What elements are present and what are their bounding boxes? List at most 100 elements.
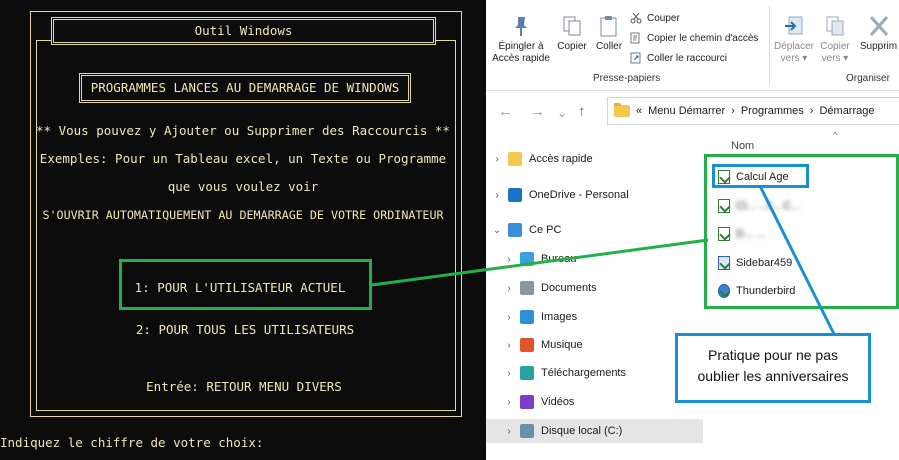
console-enter-option[interactable]: Entrée: RETOUR MENU DIVERS bbox=[1, 379, 487, 394]
cloud-icon bbox=[508, 188, 522, 202]
computer-icon bbox=[508, 223, 522, 237]
paste-button[interactable]: Coller bbox=[591, 14, 627, 53]
sort-caret-icon: ^ bbox=[833, 130, 838, 140]
nav-item[interactable]: › OneDrive - Personal bbox=[486, 183, 703, 207]
copy-to-icon bbox=[826, 16, 844, 36]
expand-chevron-icon[interactable]: › bbox=[486, 190, 508, 201]
organize-group-label: Organiser bbox=[846, 73, 890, 84]
nav-item-label: Téléchargements bbox=[541, 367, 626, 379]
copy-label: Copier bbox=[557, 41, 587, 52]
console-heading: PROGRAMMES LANCES AU DEMARRAGE DE WINDOW… bbox=[79, 73, 411, 103]
nav-item-label: Ce PC bbox=[529, 224, 562, 236]
cut-label: Couper bbox=[647, 12, 680, 24]
scissors-icon bbox=[630, 12, 642, 24]
expand-chevron-icon[interactable]: › bbox=[498, 283, 520, 294]
expand-chevron-icon[interactable]: ⌄ bbox=[486, 225, 508, 236]
recent-dropdown-icon[interactable]: ⌄ bbox=[557, 106, 567, 120]
paste-shortcut-icon bbox=[630, 52, 641, 64]
move-to-button[interactable]: Déplacer vers ▾ bbox=[772, 14, 816, 65]
address-separator-1: › bbox=[731, 105, 735, 117]
forward-arrow-icon[interactable]: → bbox=[530, 103, 545, 120]
delete-button[interactable]: Supprim bbox=[858, 14, 899, 53]
nav-item-label: Documents bbox=[541, 282, 597, 294]
console-window: Outil Windows PROGRAMMES LANCES AU DEMAR… bbox=[0, 0, 486, 460]
address-segment-2[interactable]: Programmes bbox=[741, 105, 804, 117]
delete-label: Supprim bbox=[859, 41, 898, 52]
expand-chevron-icon[interactable]: › bbox=[498, 312, 520, 323]
calcul-age-highlight-box bbox=[712, 164, 809, 188]
videos-icon bbox=[520, 395, 534, 409]
console-option-2[interactable]: 2: POUR TOUS LES UTILISATEURS bbox=[2, 322, 488, 337]
pin-label: Épingler à Accès rapide bbox=[492, 41, 550, 64]
nav-item[interactable]: › Disque local (C:) bbox=[486, 419, 703, 443]
folder-icon bbox=[614, 103, 630, 117]
nav-item-label: Bureau bbox=[541, 253, 577, 265]
pin-icon bbox=[515, 17, 527, 36]
ribbon-separator bbox=[769, 6, 770, 86]
paste-shortcut-label: Coller le raccourci bbox=[647, 52, 728, 64]
console-line-2: Exemples: Pour un Tableau excel, un Text… bbox=[39, 151, 447, 166]
pin-quick-access-button[interactable]: Épingler à Accès rapide bbox=[490, 14, 552, 65]
expand-chevron-icon[interactable]: › bbox=[498, 426, 520, 437]
column-header-name[interactable]: Nom bbox=[731, 140, 754, 152]
console-line-1: ** Vous pouvez y Ajouter ou Supprimer de… bbox=[36, 123, 450, 138]
copy-to-label: Copier vers ▾ bbox=[820, 41, 850, 64]
nav-item-label: Accès rapide bbox=[529, 153, 593, 165]
move-to-label: Déplacer vers ▾ bbox=[773, 41, 815, 64]
download-icon bbox=[520, 366, 534, 380]
paste-label: Coller bbox=[595, 41, 623, 52]
expand-chevron-icon[interactable]: › bbox=[486, 154, 508, 165]
console-line-4: S'OUVRIR AUTOMATIQUEMENT AU DEMARRAGE DE… bbox=[42, 208, 444, 222]
nav-item[interactable]: ⌄ Ce PC bbox=[486, 218, 703, 242]
address-prefix: « bbox=[636, 105, 643, 117]
nav-item[interactable]: › Téléchargements bbox=[486, 361, 703, 385]
nav-item[interactable]: › Accès rapide bbox=[486, 147, 703, 171]
address-separator-2: › bbox=[809, 105, 814, 117]
nav-item[interactable]: › Documents bbox=[486, 276, 703, 300]
delete-x-icon bbox=[869, 16, 888, 36]
paste-icon bbox=[600, 16, 617, 37]
option-1-highlight-box bbox=[119, 259, 372, 310]
copy-icon bbox=[563, 16, 581, 36]
star-icon bbox=[508, 152, 522, 166]
nav-item-label: OneDrive - Personal bbox=[529, 189, 629, 201]
desktop-icon bbox=[520, 252, 534, 266]
nav-item-label: Disque local (C:) bbox=[541, 425, 623, 437]
copy-path-icon bbox=[630, 32, 640, 44]
address-segment-3[interactable]: Démarrage bbox=[819, 105, 874, 117]
address-bar[interactable]: « Menu Démarrer › Programmes › Démarrage bbox=[607, 97, 899, 125]
expand-chevron-icon[interactable]: › bbox=[498, 340, 520, 351]
nav-item[interactable]: › Bureau bbox=[486, 247, 703, 271]
nav-item[interactable]: › Images bbox=[486, 305, 703, 329]
callout-line-1: Pratique pour ne pas bbox=[708, 347, 838, 363]
back-arrow-icon[interactable]: ← bbox=[498, 103, 513, 120]
console-line-3: que vous voulez voir bbox=[167, 179, 319, 194]
expand-chevron-icon[interactable]: › bbox=[498, 254, 520, 265]
copy-path-button[interactable]: Copier le chemin d'accès bbox=[630, 32, 758, 44]
nav-item[interactable]: › Vidéos bbox=[486, 390, 703, 414]
nav-item-label: Musique bbox=[541, 339, 583, 351]
images-icon bbox=[520, 310, 534, 324]
copy-path-label: Copier le chemin d'accès bbox=[647, 32, 759, 44]
nav-item[interactable]: › Musique bbox=[486, 333, 703, 357]
nav-item-label: Vidéos bbox=[541, 396, 575, 408]
console-prompt: Indiquez le chiffre de votre choix: bbox=[0, 435, 264, 450]
ribbon: Épingler à Accès rapide Copier Coller Co… bbox=[486, 0, 899, 91]
console-title: Outil Windows bbox=[51, 17, 436, 45]
music-icon bbox=[520, 338, 534, 352]
expand-chevron-icon[interactable]: › bbox=[498, 368, 520, 379]
move-to-icon bbox=[785, 16, 803, 35]
documents-icon bbox=[520, 281, 534, 295]
cut-button[interactable]: Couper bbox=[630, 12, 680, 24]
up-arrow-icon[interactable]: ↑ bbox=[578, 103, 586, 120]
paste-shortcut-button[interactable]: Coller le raccourci bbox=[630, 52, 727, 64]
drive-icon bbox=[520, 424, 534, 438]
expand-chevron-icon[interactable]: › bbox=[498, 397, 520, 408]
clipboard-group-label: Presse-papiers bbox=[593, 73, 661, 84]
callout-line-2: oublier les anniversaires bbox=[697, 368, 849, 384]
copy-to-button[interactable]: Copier vers ▾ bbox=[817, 14, 853, 65]
address-segment-1[interactable]: Menu Démarrer bbox=[648, 105, 725, 117]
copy-button[interactable]: Copier bbox=[554, 14, 590, 53]
nav-item-label: Images bbox=[541, 311, 578, 323]
callout-box: Pratique pour ne pas oublier les anniver… bbox=[675, 333, 871, 403]
